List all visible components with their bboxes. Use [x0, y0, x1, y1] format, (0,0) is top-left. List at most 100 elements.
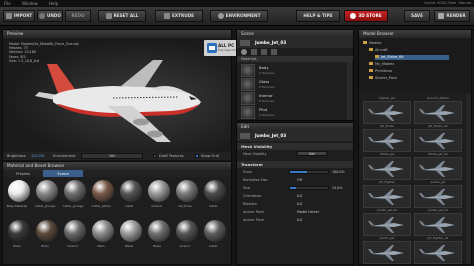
mesh-visibility-set-button[interactable]: Set — [297, 151, 327, 156]
menu-window[interactable]: Window — [22, 1, 38, 6]
model-thumbnail[interactable] — [363, 101, 411, 124]
tree-item[interactable]: Jet_Strike_Kit — [375, 55, 449, 60]
eye-icon[interactable] — [241, 49, 247, 55]
property-slider[interactable] — [289, 170, 329, 174]
material-swatch[interactable] — [8, 180, 30, 202]
material-swatch[interactable] — [204, 220, 226, 242]
menu-file[interactable]: File — [4, 1, 11, 6]
tab-scene[interactable]: Scene — [43, 170, 83, 177]
property-label: Size — [243, 186, 250, 190]
model-thumbnail[interactable] — [363, 241, 411, 264]
model-tree: Models Aircraft Jet_Strike_Kit My_Models Pri… — [359, 38, 471, 92]
model-thumbnail[interactable] — [414, 101, 462, 124]
edit-title: Edit — [237, 123, 353, 131]
material-swatch-label: metal — [124, 204, 134, 208]
undo-button[interactable]: UNDO — [37, 10, 63, 22]
property-value[interactable]: 0.0 — [297, 201, 302, 207]
scene-selected-object: Jumbo_Jet_03 — [255, 40, 287, 45]
model-thumbnail[interactable] — [363, 129, 411, 152]
jet-icon — [419, 189, 455, 205]
scene-material-item[interactable]: Pilot 0 Textures — [241, 106, 347, 119]
help-tips-button[interactable]: HELP & TIPS — [296, 10, 340, 22]
material-swatch[interactable] — [64, 220, 86, 242]
scene-material-item[interactable]: Interior 0 Textures — [241, 92, 347, 105]
globe-icon — [217, 13, 224, 19]
model-thumbnail[interactable] — [414, 157, 462, 180]
show-grid-checkbox[interactable] — [195, 154, 199, 158]
scene-scrollbar[interactable] — [347, 62, 352, 120]
jet-icon — [368, 161, 404, 177]
tree-item[interactable]: Aircraft — [369, 48, 388, 53]
material-swatch[interactable] — [8, 220, 30, 242]
material-swatch[interactable] — [92, 220, 114, 242]
material-swatch-label: Interior — [151, 204, 163, 208]
preview-panel: Preview Model: Modelsl/nt_StrikeKit_Forc… — [2, 29, 232, 160]
material-swatch[interactable] — [148, 220, 170, 242]
property-value[interactable]: 15.0% — [332, 185, 342, 191]
model-thumb-label: Ground_Attack — [426, 96, 450, 100]
model-thumb-label: Jet_Strike_03 — [428, 124, 448, 128]
transform-section[interactable]: Transform — [237, 161, 353, 168]
draft-textures-checkbox[interactable] — [153, 154, 157, 158]
reset-all-button[interactable]: RESET ALL — [98, 10, 146, 22]
layer-icon[interactable] — [251, 49, 257, 55]
property-value[interactable]: Off — [297, 177, 302, 183]
model-thumbnail[interactable] — [414, 241, 462, 264]
mesh-visibility-row: Mesh Visibility Set — [237, 151, 353, 157]
save-button[interactable]: SAVE — [404, 10, 430, 22]
3d-store-button[interactable]: 3D STORE — [344, 10, 388, 22]
extrude-button[interactable]: EXTRUDE — [155, 10, 203, 22]
material-thumb — [241, 92, 255, 105]
property-value[interactable]: 0.0 — [297, 193, 302, 199]
redo-button[interactable]: REDO — [65, 10, 91, 22]
model-thumbnail[interactable] — [414, 185, 462, 208]
model-thumbnail[interactable] — [363, 213, 411, 236]
property-slider[interactable] — [289, 186, 329, 190]
material-swatch[interactable] — [36, 220, 58, 242]
undo-icon — [39, 13, 46, 19]
tab-presets[interactable]: Presets — [3, 170, 43, 177]
material-swatch[interactable] — [204, 180, 226, 202]
property-value[interactable]: Model Center — [297, 209, 319, 215]
material-swatch[interactable] — [148, 180, 170, 202]
import-button[interactable]: IMPORT — [3, 10, 35, 22]
browser-scrollbar[interactable] — [466, 94, 471, 264]
render-button[interactable]: RENDER — [434, 10, 470, 22]
duplicate-icon[interactable] — [261, 49, 267, 55]
menu-help[interactable]: Help — [49, 1, 58, 6]
tree-item-label: Primitives — [375, 69, 393, 73]
tree-item-label: Starter_Pack — [375, 76, 397, 80]
property-value[interactable]: 0.0 — [297, 217, 302, 223]
model-thumbnail[interactable] — [414, 213, 462, 236]
material-swatch-label: metal — [208, 244, 218, 248]
material-swatch[interactable] — [92, 180, 114, 202]
material-tabs: Presets Scene — [3, 170, 231, 177]
material-swatch[interactable] — [36, 180, 58, 202]
environment-select[interactable]: 360 — [81, 153, 143, 159]
material-swatch[interactable] — [176, 180, 198, 202]
property-value[interactable]: 100.0% — [332, 169, 345, 175]
scene-material-item[interactable]: Body 0 Textures — [241, 64, 347, 77]
material-swatch[interactable] — [176, 220, 198, 242]
model-thumbnail[interactable] — [363, 157, 411, 180]
folder-icon — [363, 41, 367, 44]
mesh-visibility-section[interactable]: Mesh Visibility — [237, 143, 353, 150]
material-thumb — [241, 78, 255, 91]
material-swatch[interactable] — [120, 220, 142, 242]
environment-button[interactable]: ENVIRONMENT — [210, 10, 268, 22]
material-swatch[interactable] — [120, 180, 142, 202]
model-thumbnail[interactable] — [414, 129, 462, 152]
model-thumbnail[interactable] — [363, 185, 411, 208]
tree-item[interactable]: Starter_Pack — [369, 76, 397, 81]
trash-icon[interactable] — [271, 49, 277, 55]
tree-item[interactable]: Models — [363, 41, 381, 46]
material-swatch[interactable] — [64, 180, 86, 202]
folder-icon — [369, 62, 373, 65]
scene-material-item[interactable]: Glass 0 Textures — [241, 78, 347, 91]
scene-object-row[interactable]: Jumbo_Jet_03 — [237, 38, 353, 48]
brightness-value[interactable]: 125.0% — [31, 152, 44, 160]
tree-item-label: My_Models — [375, 62, 395, 66]
jet-icon — [368, 133, 404, 149]
tree-item[interactable]: Primitives — [369, 69, 392, 74]
tree-item[interactable]: My_Models — [369, 62, 394, 67]
